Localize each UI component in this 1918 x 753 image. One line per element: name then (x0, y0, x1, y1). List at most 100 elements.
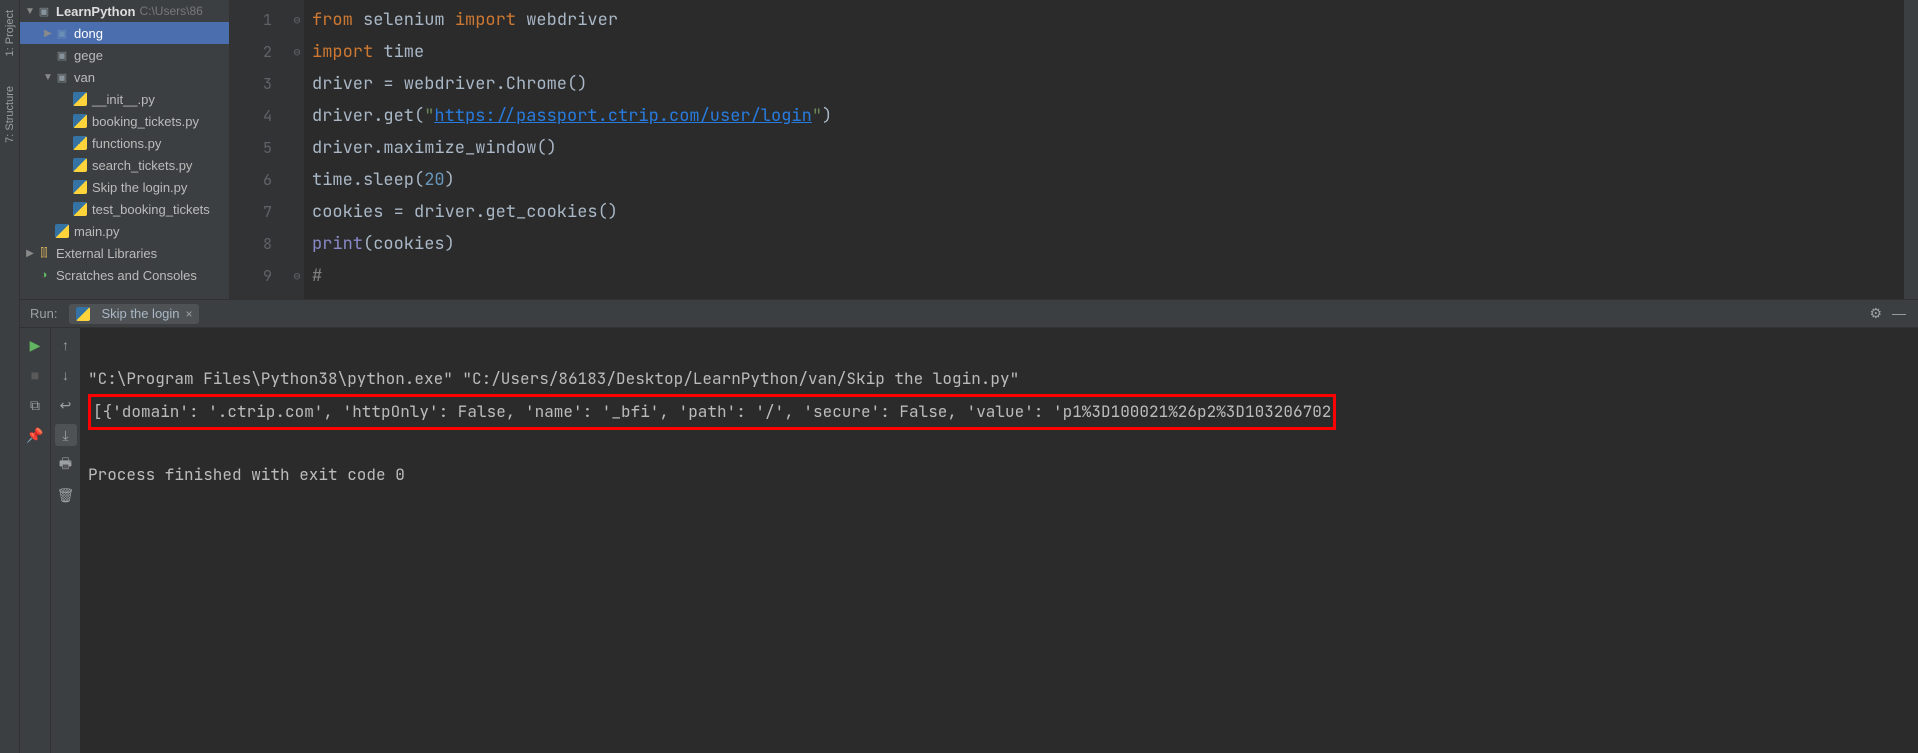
run-tab[interactable]: Skip the login × (69, 304, 198, 324)
tree-item-label: main.py (74, 224, 120, 239)
tree-scratches[interactable]: ◑ Scratches and Consoles (20, 264, 229, 286)
code-line[interactable]: driver.get("https://passport.ctrip.com/u… (312, 100, 1904, 132)
up-arrow-icon[interactable]: ↑ (55, 334, 77, 356)
fold-gutter: ⊖⊖⊖ (290, 0, 304, 299)
line-number: 7 (230, 196, 272, 228)
fold-marker: ⊖ (290, 260, 304, 292)
fold-marker: ⊖ (290, 4, 304, 36)
tree-item[interactable]: Skip the login.py (20, 176, 229, 198)
run-tab-label: Skip the login (101, 306, 179, 321)
folder-icon: ▣ (54, 69, 70, 85)
folder-icon: ▣ (36, 3, 52, 19)
run-tool-window: Run: Skip the login × ⚙ — ▶ ■ ⧉ 📌 ↑ ↓ ↩ (20, 300, 1918, 753)
tree-item[interactable]: booking_tickets.py (20, 110, 229, 132)
fold-marker (290, 100, 304, 132)
console-line: Process finished with exit code 0 (88, 464, 405, 485)
tree-item-label: test_booking_tickets (92, 202, 210, 217)
code-line[interactable]: import time (312, 36, 1904, 68)
folder-icon: ▣ (54, 25, 70, 41)
run-toolbar-left: ▶ ■ ⧉ 📌 (20, 328, 50, 753)
code-editor[interactable]: 123456789 ⊖⊖⊖ from selenium import webdr… (230, 0, 1918, 299)
line-number: 9 (230, 260, 272, 292)
fold-marker (290, 132, 304, 164)
code-line[interactable]: from selenium import webdriver (312, 4, 1904, 36)
tree-root-path: C:\Users\86 (139, 4, 202, 18)
tree-item-label: van (74, 70, 95, 85)
console-line-highlighted: [{'domain': '.ctrip.com', 'httpOnly': Fa… (88, 394, 1336, 430)
tree-item-label: booking_tickets.py (92, 114, 199, 129)
python-file-icon (72, 91, 88, 107)
tree-item-label: __init__.py (92, 92, 155, 107)
scroll-to-end-icon[interactable]: ⤓ (55, 424, 77, 446)
tree-item[interactable]: __init__.py (20, 88, 229, 110)
console-line: "C:\Program Files\Python38\python.exe" "… (88, 368, 1019, 389)
pin-icon[interactable]: 📌 (24, 424, 46, 446)
python-icon (75, 306, 91, 322)
line-number: 2 (230, 36, 272, 68)
structure-tool-tab[interactable]: 7: Structure (4, 86, 16, 143)
library-icon: ⫿⫿ (36, 245, 52, 261)
chevron-right-icon: ▶ (42, 28, 54, 39)
line-number: 5 (230, 132, 272, 164)
gear-icon[interactable]: ⚙ (1869, 305, 1882, 322)
python-file-icon (72, 135, 88, 151)
stop-icon[interactable]: ■ (24, 364, 46, 386)
chevron-down-icon: ▼ (42, 72, 54, 83)
fold-marker (290, 196, 304, 228)
tree-root-label: LearnPython (56, 4, 135, 19)
chevron-right-icon: ▶ (24, 248, 36, 259)
code-line[interactable]: driver = webdriver.Chrome() (312, 68, 1904, 100)
trash-icon[interactable]: 🗑 (55, 484, 77, 506)
external-libraries-label: External Libraries (56, 246, 157, 261)
run-header: Run: Skip the login × ⚙ — (20, 300, 1918, 328)
down-arrow-icon[interactable]: ↓ (55, 364, 77, 386)
code-line[interactable]: print(cookies) (312, 228, 1904, 260)
editor-scrollbar[interactable] (1904, 0, 1918, 299)
code-area[interactable]: from selenium import webdriverimport tim… (304, 0, 1904, 299)
print-icon[interactable]: 🖶 (55, 454, 77, 476)
tree-item[interactable]: main.py (20, 220, 229, 242)
tree-item[interactable]: ▶▣ dong (20, 22, 229, 44)
tree-item[interactable]: ▣ gege (20, 44, 229, 66)
tree-item-label: functions.py (92, 136, 161, 151)
fold-marker (290, 164, 304, 196)
run-toolbar-left2: ↑ ↓ ↩ ⤓ 🖶 🗑 (50, 328, 80, 753)
python-file-icon (72, 157, 88, 173)
tree-root[interactable]: ▼ ▣ LearnPython C:\Users\86 (20, 0, 229, 22)
tree-item[interactable]: ▼▣ van (20, 66, 229, 88)
python-file-icon (72, 179, 88, 195)
code-line[interactable]: cookies = driver.get_cookies() (312, 196, 1904, 228)
project-tree[interactable]: ▼ ▣ LearnPython C:\Users\86 ▶▣dong▣gege▼… (20, 0, 230, 299)
folder-icon: ▣ (54, 47, 70, 63)
tree-item[interactable]: search_tickets.py (20, 154, 229, 176)
code-line[interactable]: driver.maximize_window() (312, 132, 1904, 164)
run-label: Run: (30, 306, 57, 321)
tree-external-libraries[interactable]: ▶ ⫿⫿ External Libraries (20, 242, 229, 264)
scratches-label: Scratches and Consoles (56, 268, 197, 283)
close-icon[interactable]: × (186, 307, 193, 321)
tree-item[interactable]: functions.py (20, 132, 229, 154)
soft-wrap-icon[interactable]: ↩ (55, 394, 77, 416)
project-tool-tab[interactable]: 1: Project (4, 10, 16, 56)
tree-item-label: dong (74, 26, 103, 41)
minimize-icon[interactable]: — (1892, 305, 1906, 322)
code-line[interactable]: time.sleep(20) (312, 164, 1904, 196)
tree-item-label: Skip the login.py (92, 180, 187, 195)
line-number: 1 (230, 4, 272, 36)
fold-marker (290, 228, 304, 260)
chevron-down-icon: ▼ (24, 6, 36, 17)
python-file-icon (54, 223, 70, 239)
line-number-gutter: 123456789 (230, 0, 290, 299)
layout-icon[interactable]: ⧉ (24, 394, 46, 416)
python-file-icon (72, 201, 88, 217)
fold-marker (290, 68, 304, 100)
line-number: 3 (230, 68, 272, 100)
line-number: 6 (230, 164, 272, 196)
console-output[interactable]: "C:\Program Files\Python38\python.exe" "… (80, 328, 1918, 753)
tree-item-label: search_tickets.py (92, 158, 192, 173)
code-line[interactable]: # (312, 260, 1904, 292)
tree-item-label: gege (74, 48, 103, 63)
python-file-icon (72, 113, 88, 129)
rerun-icon[interactable]: ▶ (24, 334, 46, 356)
tree-item[interactable]: test_booking_tickets (20, 198, 229, 220)
